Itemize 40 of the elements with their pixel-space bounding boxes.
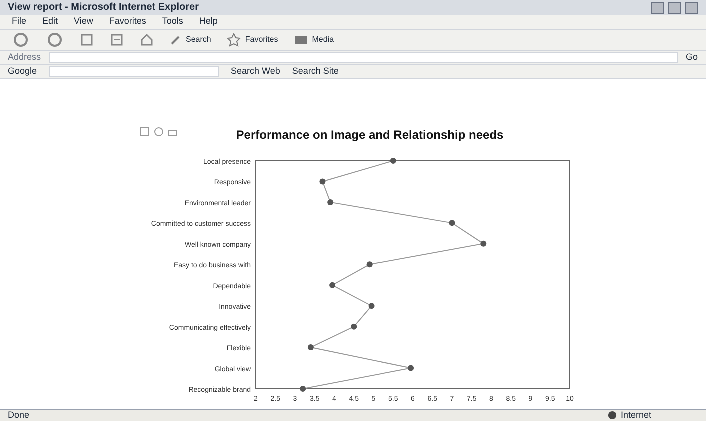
data-point xyxy=(366,262,373,268)
data-point xyxy=(330,282,336,288)
data-point xyxy=(300,386,306,392)
menu-item[interactable]: File xyxy=(12,15,27,28)
data-point xyxy=(408,365,414,372)
data-point xyxy=(449,220,456,226)
maximize-button[interactable] xyxy=(668,2,681,14)
star-icon xyxy=(227,32,242,47)
menu-item[interactable]: View xyxy=(74,15,94,28)
window-title: View report - Microsoft Internet Explorer xyxy=(8,1,199,15)
address-field[interactable] xyxy=(49,52,678,63)
page-icon[interactable] xyxy=(80,32,94,47)
menu-item[interactable]: Favorites xyxy=(109,15,146,28)
page-icon[interactable] xyxy=(110,32,124,47)
zone-text: Internet xyxy=(621,408,652,421)
minimize-button[interactable] xyxy=(651,2,664,14)
menu-item[interactable]: Help xyxy=(199,15,218,28)
toolbar-button[interactable]: Favorites xyxy=(227,32,278,47)
address-label: Address xyxy=(8,50,42,64)
toolbar-button[interactable]: Media xyxy=(294,34,334,46)
data-point xyxy=(320,178,326,185)
search-site-button[interactable]: Search Site xyxy=(292,64,339,78)
status-text: Done xyxy=(8,408,30,421)
data-point xyxy=(328,199,334,206)
globe-icon xyxy=(608,411,617,420)
go-button[interactable]: Go xyxy=(686,50,698,64)
close-button[interactable] xyxy=(685,2,698,14)
search-web-button[interactable]: Search Web xyxy=(231,64,280,78)
menu-item[interactable]: Tools xyxy=(162,15,184,28)
data-point xyxy=(480,240,487,247)
data-point xyxy=(368,303,375,310)
data-point xyxy=(308,344,314,351)
data-point xyxy=(351,324,358,330)
data-point xyxy=(390,158,396,164)
toolbar-button[interactable]: Search xyxy=(170,34,212,46)
menu-item[interactable]: Edit xyxy=(42,15,58,28)
google-search-field[interactable] xyxy=(49,66,220,77)
home-icon[interactable] xyxy=(140,32,154,47)
google-logo: Google xyxy=(8,64,38,78)
chart-title: Performance on Image and Relationship needs xyxy=(236,128,504,142)
